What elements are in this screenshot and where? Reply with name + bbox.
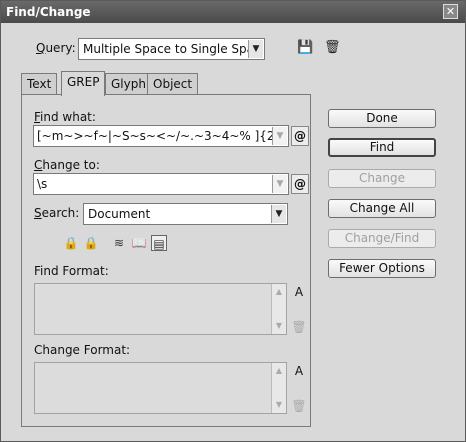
specify-change-format-icon[interactable]: A — [291, 363, 307, 379]
clear-find-format-icon[interactable]: 🗑 — [291, 319, 307, 335]
save-query-icon[interactable]: 💾 — [297, 40, 313, 56]
find-what-value: [~m~>~f~|~S~s~<~/~.~3~4~% ]{2,} — [37, 129, 287, 143]
fewer-options-button[interactable]: Fewer Options — [328, 259, 436, 278]
include-locked-stories-icon[interactable]: 🔒 — [83, 235, 99, 251]
chevron-down-icon[interactable]: ▼ — [248, 40, 263, 58]
change-find-button[interactable]: Change/Find — [328, 229, 436, 248]
query-dropdown[interactable]: Multiple Space to Single Spac ▼ — [78, 38, 265, 60]
done-button[interactable]: Done — [328, 109, 436, 128]
delete-query-icon[interactable]: 🗑 — [324, 40, 341, 56]
search-label: Search: — [34, 206, 80, 220]
special-characters-find-icon[interactable]: @ — [291, 126, 309, 146]
change-button[interactable]: Change — [328, 169, 436, 188]
include-locked-layers-icon[interactable]: 🔒 — [63, 235, 79, 251]
tab-glyph[interactable]: Glyph — [105, 73, 152, 95]
close-icon[interactable]: ✕ — [443, 4, 458, 19]
tab-text[interactable]: Text — [21, 73, 58, 95]
scroll-up-icon[interactable]: ▲ — [272, 284, 286, 300]
include-master-pages-icon[interactable]: 📖 — [131, 235, 147, 251]
tab-grep[interactable]: GREP — [61, 71, 106, 96]
find-change-dialog: Find/Change ✕ Query: Multiple Space to S… — [0, 0, 466, 442]
find-what-input[interactable]: [~m~>~f~|~S~s~<~/~.~3~4~% ]{2,} ▼ — [33, 125, 289, 147]
tab-object[interactable]: Object — [147, 73, 199, 95]
specify-find-format-icon[interactable]: A — [291, 284, 307, 300]
find-format-scrollbar[interactable]: ▲ ▼ — [271, 284, 286, 334]
dialog-title: Find/Change — [6, 5, 91, 19]
query-value: Multiple Space to Single Spac — [83, 42, 261, 56]
change-to-label: Change to: — [34, 158, 100, 172]
search-scope-value: Document — [88, 207, 151, 221]
change-format-label: Change Format: — [34, 343, 131, 357]
scroll-up-icon[interactable]: ▲ — [272, 363, 286, 379]
chevron-down-icon[interactable]: ▼ — [272, 175, 287, 193]
include-footnotes-icon[interactable]: ▤ — [151, 235, 167, 251]
change-format-box[interactable]: ▲ ▼ — [34, 362, 287, 414]
find-button[interactable]: Find — [328, 138, 436, 157]
scroll-down-icon[interactable]: ▼ — [272, 397, 286, 413]
change-to-value: \s — [37, 177, 48, 191]
include-hidden-layers-icon[interactable]: ≋ — [111, 235, 127, 251]
chevron-down-icon[interactable]: ▼ — [272, 127, 287, 145]
find-format-label: Find Format: — [34, 264, 109, 278]
find-what-label: Find what: — [34, 110, 96, 124]
scroll-down-icon[interactable]: ▼ — [272, 318, 286, 334]
search-scope-dropdown[interactable]: Document ▼ — [83, 203, 288, 225]
clear-change-format-icon[interactable]: 🗑 — [291, 398, 307, 414]
find-format-box[interactable]: ▲ ▼ — [34, 283, 287, 335]
change-all-button[interactable]: Change All — [328, 199, 436, 218]
query-label: Query: — [36, 41, 76, 55]
special-characters-change-icon[interactable]: @ — [291, 174, 309, 194]
chevron-down-icon[interactable]: ▼ — [271, 205, 286, 223]
title-bar: Find/Change — [1, 1, 465, 23]
change-format-scrollbar[interactable]: ▲ ▼ — [271, 363, 286, 413]
change-to-input[interactable]: \s ▼ — [33, 173, 289, 195]
